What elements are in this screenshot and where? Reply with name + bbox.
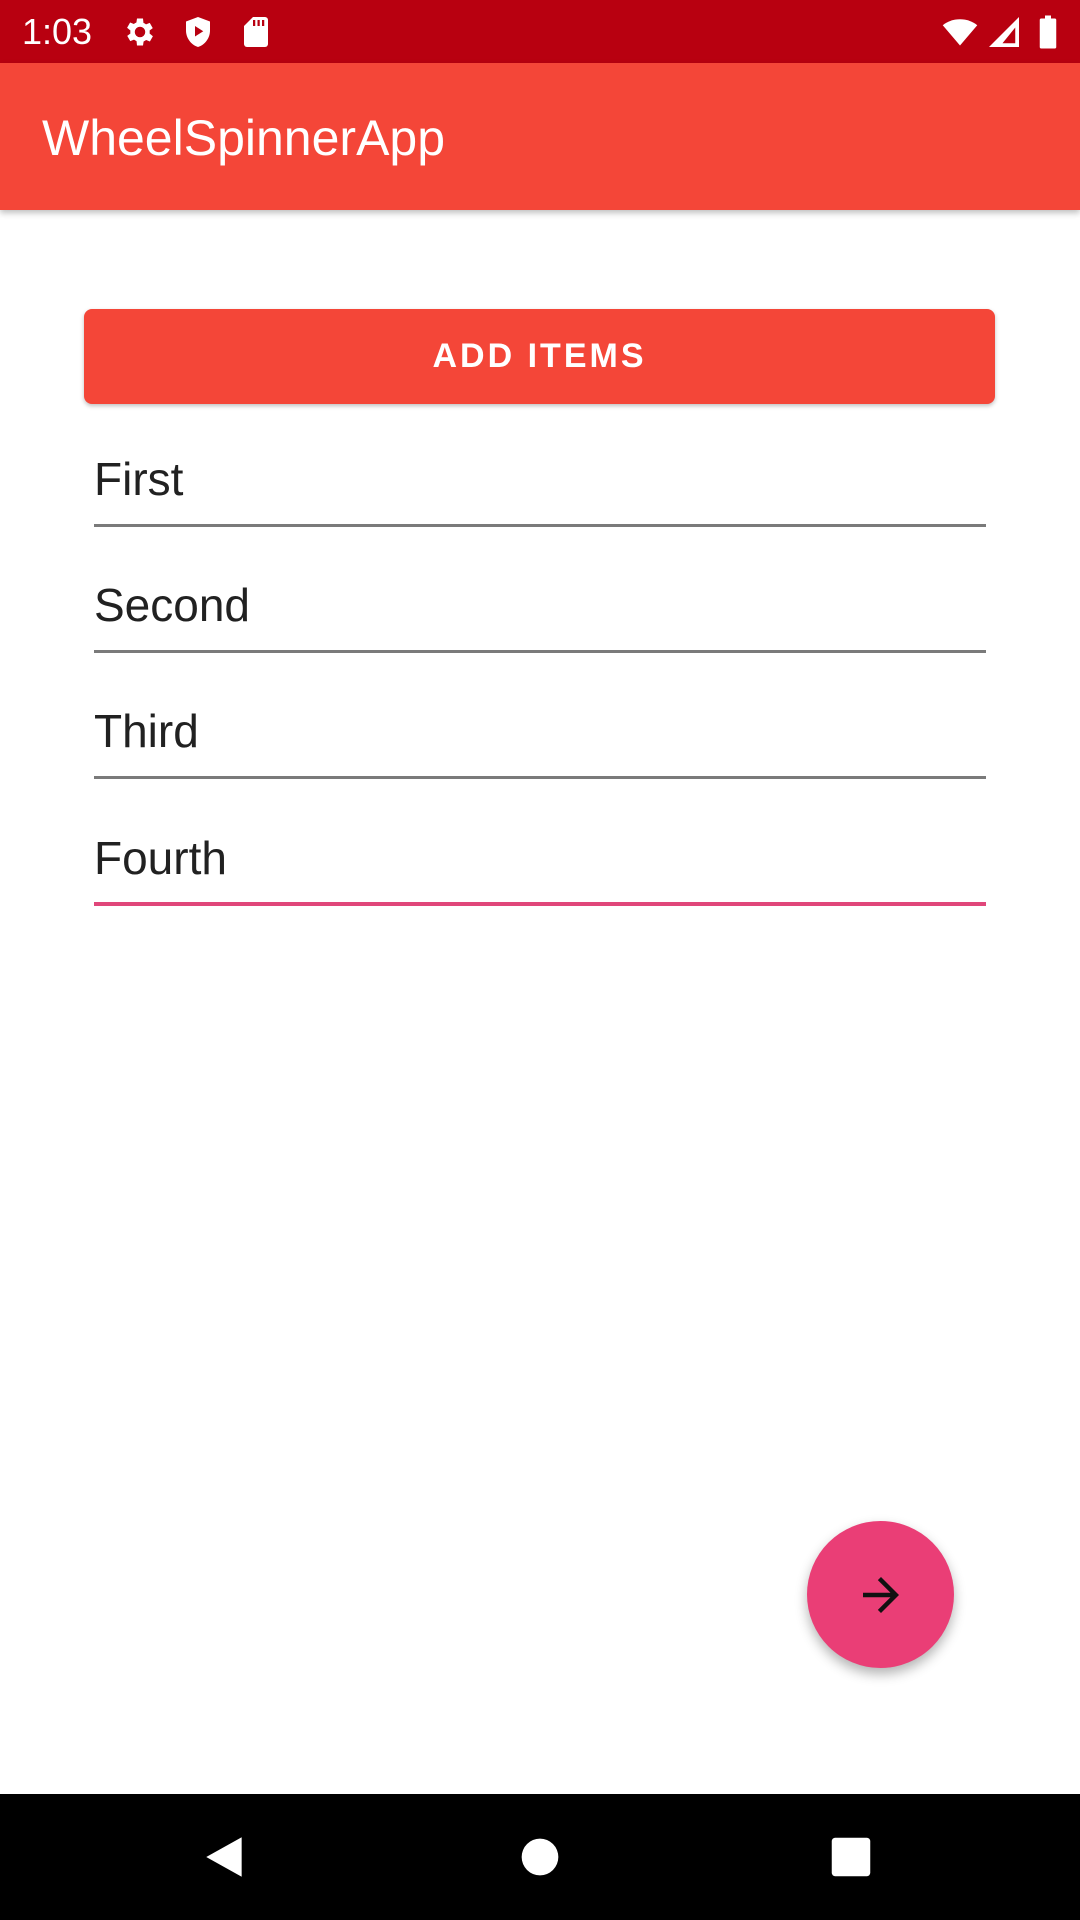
field-underline-focused xyxy=(94,902,986,906)
item-field-value: Second xyxy=(94,579,251,631)
next-fab-button[interactable] xyxy=(807,1521,954,1668)
field-underline xyxy=(94,524,986,527)
wifi-icon xyxy=(940,14,980,50)
navigation-bar xyxy=(0,1794,1080,1920)
app-bar: WheelSpinnerApp xyxy=(0,63,1080,210)
item-field-value: Fourth xyxy=(94,832,227,884)
item-field-value: First xyxy=(94,453,184,505)
home-icon[interactable] xyxy=(510,1827,570,1887)
item-field-1[interactable]: First xyxy=(94,437,986,527)
status-time: 1:03 xyxy=(22,11,93,52)
battery-icon xyxy=(1036,14,1060,50)
back-icon[interactable] xyxy=(195,1827,255,1887)
sd-card-icon xyxy=(238,14,274,50)
item-field-4[interactable]: Fourth xyxy=(94,816,986,906)
arrow-forward-icon xyxy=(854,1568,908,1622)
cell-signal-icon xyxy=(986,14,1022,50)
item-field-3[interactable]: Third xyxy=(94,689,986,779)
shield-play-icon xyxy=(180,14,216,50)
item-field-2[interactable]: Second xyxy=(94,563,986,653)
app-title: WheelSpinnerApp xyxy=(42,110,446,166)
status-bar: 1:03 xyxy=(0,0,1080,63)
item-field-value: Third xyxy=(94,705,199,757)
recents-icon[interactable] xyxy=(821,1827,881,1887)
field-underline xyxy=(94,776,986,779)
field-underline xyxy=(94,650,986,653)
screen: 1:03 WheelSpinnerApp ADD ITEMS First Sec… xyxy=(0,0,1080,1920)
add-items-button[interactable]: ADD ITEMS xyxy=(84,309,995,404)
settings-icon xyxy=(122,14,158,50)
